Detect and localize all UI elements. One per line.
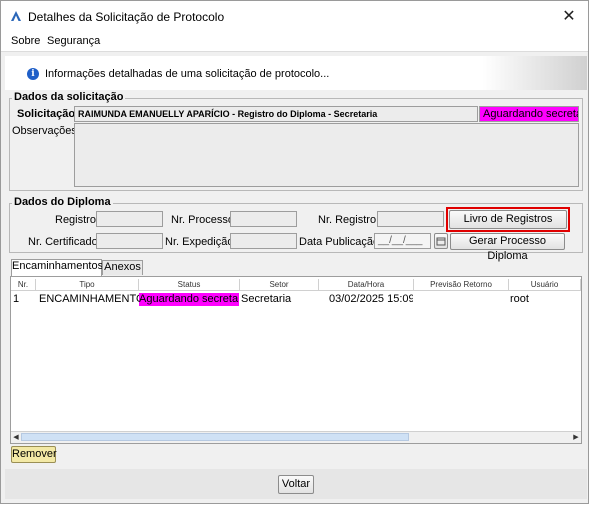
menu-item-seguranca[interactable]: Segurança <box>47 35 100 47</box>
nr-certificado-label: Nr. Certificado: <box>28 236 101 248</box>
solicitacao-group-title: Dados da solicitação <box>12 91 126 103</box>
cell-data-hora: 03/02/2025 15:09 <box>329 293 413 305</box>
bottom-bar: Voltar <box>5 469 587 499</box>
observacoes-textarea[interactable] <box>74 123 579 187</box>
dialog-window: Detalhes da Solicitação de Protocolo ✕ S… <box>0 0 589 504</box>
cell-status: Aguardando secreta... <box>139 293 239 306</box>
window-title: Detalhes da Solicitação de Protocolo <box>28 10 225 24</box>
cell-setor: Secretaria <box>241 293 292 305</box>
nr-processo-label: Nr. Processo: <box>171 214 238 226</box>
solicitacao-label: Solicitação: <box>17 108 79 120</box>
column-header-data-hora[interactable]: Data/Hora <box>319 279 414 291</box>
nr-expedicao-label: Nr. Expedição: <box>165 236 237 248</box>
solicitacao-field[interactable]: RAIMUNDA EMANUELLY APARÍCIO - Registro d… <box>74 106 478 122</box>
calendar-icon[interactable] <box>434 233 448 249</box>
scroll-left-icon[interactable]: ◀ <box>11 432 21 443</box>
cell-previsao <box>415 293 509 306</box>
nr-processo-field[interactable] <box>230 211 297 227</box>
tab-anexos[interactable]: Anexos <box>102 260 143 275</box>
nr-registro-label: Nr. Registro: <box>318 214 380 226</box>
registro-field[interactable] <box>96 211 163 227</box>
column-header-setor[interactable]: Setor <box>240 279 319 291</box>
column-header-nr[interactable]: Nr. <box>11 279 36 291</box>
data-publicacao-label: Data Publicação: <box>299 236 383 248</box>
voltar-button[interactable]: Voltar <box>278 475 314 494</box>
menu-bar: Sobre Segurança <box>1 33 588 52</box>
scroll-right-icon[interactable]: ▶ <box>571 432 581 443</box>
tab-encaminhamentos[interactable]: Encaminhamentos <box>11 259 103 276</box>
column-header-previsao-retorno[interactable]: Previsão Retorno <box>414 279 509 291</box>
column-header-usuario[interactable]: Usuário <box>509 279 581 291</box>
info-panel: i Informações detalhadas de uma solicita… <box>5 56 587 90</box>
registro-label: Registro: <box>55 214 100 226</box>
nr-certificado-field[interactable] <box>96 233 163 249</box>
gerar-processo-diploma-button[interactable]: Gerar Processo Diploma <box>450 233 565 262</box>
scrollbar-thumb[interactable] <box>21 433 409 441</box>
nr-registro-field[interactable] <box>377 211 444 227</box>
app-logo-icon <box>10 10 22 22</box>
info-text: Informações detalhadas de uma solicitaçã… <box>45 68 330 80</box>
encaminhamentos-table: Nr. Tipo Status Setor Data/Hora Previsão… <box>10 276 582 444</box>
cell-nr: 1 <box>13 293 20 305</box>
remover-button[interactable]: Remover <box>11 446 57 463</box>
highlight-box <box>446 207 570 232</box>
column-header-tipo[interactable]: Tipo <box>36 279 139 291</box>
cell-tipo: ENCAMINHAMENTO <box>39 293 139 305</box>
column-header-status[interactable]: Status <box>139 279 240 291</box>
close-icon[interactable]: ✕ <box>556 5 582 29</box>
nr-expedicao-field[interactable] <box>230 233 297 249</box>
data-publicacao-field[interactable]: __/__/___ <box>374 233 431 249</box>
info-icon: i <box>27 68 39 80</box>
observacoes-label: Observações: <box>12 125 80 137</box>
menu-item-sobre[interactable]: Sobre <box>11 35 40 47</box>
horizontal-scrollbar[interactable]: ◀ ▶ <box>11 431 581 443</box>
cell-usuario: root <box>510 293 529 305</box>
title-bar: Detalhes da Solicitação de Protocolo ✕ <box>1 1 588 33</box>
solicitacao-status-badge: Aguardando secretaria <box>479 106 579 122</box>
diploma-group-title: Dados do Diploma <box>12 196 113 208</box>
